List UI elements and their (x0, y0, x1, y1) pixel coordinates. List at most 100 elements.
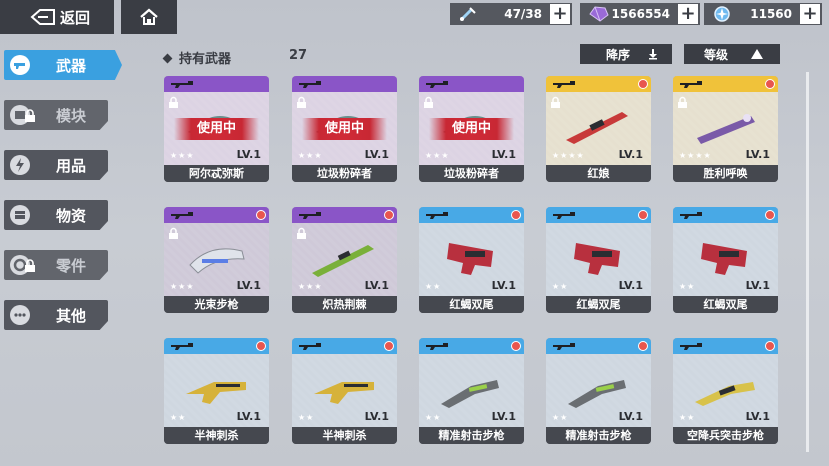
weapon-level: LV.1 (618, 148, 643, 161)
sort-key-button[interactable]: 等级 (684, 44, 780, 64)
weapon-card[interactable]: 使用中 ★★★ LV.1 阿尔忒弥斯 (164, 76, 269, 182)
weapon-image (186, 382, 246, 404)
sort-down-icon (649, 49, 657, 60)
more-icon (10, 305, 30, 325)
weapon-level: LV.1 (745, 279, 770, 292)
weapon-level: LV.1 (745, 148, 770, 161)
sidebar-item-supplies[interactable]: 用品 (4, 150, 108, 180)
weapon-card[interactable]: ★★ LV.1 红蝎双尾 (673, 207, 778, 313)
weapon-card[interactable]: ★★★★ LV.1 红娘 (546, 76, 651, 182)
syringe-icon (458, 5, 478, 23)
weapon-type-icon (171, 343, 193, 350)
scrollbar[interactable] (806, 72, 809, 452)
weapon-level: LV.1 (364, 410, 389, 423)
resource-coin: 11560 + (704, 3, 822, 25)
sidebar-item-parts[interactable]: 零件 (4, 250, 108, 280)
weapon-name: 炽热荆棘 (292, 296, 397, 313)
star-rating: ★★★ (425, 151, 450, 160)
lock-icon (424, 96, 433, 108)
new-badge-icon (384, 210, 394, 220)
sidebar-item-label: 零件 (56, 256, 87, 275)
star-rating: ★★ (425, 282, 442, 291)
weapon-level: LV.1 (364, 279, 389, 292)
add-coin-button[interactable]: + (800, 4, 820, 24)
resource-stamina: 47/38 + (450, 3, 572, 25)
weapon-name: 阿尔忒弥斯 (164, 165, 269, 182)
star-rating: ★★ (679, 282, 696, 291)
weapon-level: LV.1 (236, 148, 261, 161)
add-crystal-button[interactable]: + (678, 4, 698, 24)
sort-order-button[interactable]: 降序 (580, 44, 672, 64)
purple-crystal-icon (588, 5, 609, 23)
weapon-card[interactable]: 使用中 ★★★ LV.1 垃圾粉碎者 (419, 76, 524, 182)
weapon-level: LV.1 (236, 279, 261, 292)
new-badge-icon (765, 341, 775, 351)
lightning-icon (10, 155, 30, 175)
sidebar-item-label: 物资 (56, 206, 87, 225)
weapon-card[interactable]: ★★★ LV.1 炽热荆棘 (292, 207, 397, 313)
weapon-image (697, 114, 755, 144)
weapon-name: 精准射击步枪 (546, 427, 651, 444)
weapon-card[interactable]: 使用中 ★★★ LV.1 垃圾粉碎者 (292, 76, 397, 182)
weapon-image (314, 382, 374, 404)
sidebar-item-weapons[interactable]: 武器 (4, 50, 122, 80)
weapon-type-icon (553, 81, 575, 88)
lock-icon (169, 227, 178, 239)
weapon-name: 红蝎双尾 (546, 296, 651, 313)
in-use-badge: 使用中 (174, 118, 259, 140)
weapon-image (312, 245, 374, 277)
new-badge-icon (384, 341, 394, 351)
sidebar-item-modules[interactable]: 模块 (4, 100, 108, 130)
weapon-type-icon (426, 81, 448, 88)
supply-icon (10, 205, 30, 225)
sidebar-item-label: 用品 (56, 156, 87, 175)
lock-icon (169, 96, 178, 108)
weapon-type-icon (426, 212, 448, 219)
lock-icon (24, 108, 36, 122)
weapon-type-icon (299, 343, 321, 350)
weapon-card[interactable]: ★★★★ LV.1 胜利呼唤 (673, 76, 778, 182)
weapon-card[interactable]: ★★ LV.1 精准射击步枪 (419, 338, 524, 444)
sidebar-item-materials[interactable]: 物资 (4, 200, 108, 230)
weapon-card[interactable]: ★★ LV.1 半神刺杀 (164, 338, 269, 444)
new-badge-icon (638, 210, 648, 220)
weapon-image (695, 382, 755, 406)
lock-icon (678, 96, 687, 108)
weapon-level: LV.1 (236, 410, 261, 423)
weapon-image (447, 243, 493, 275)
back-arrow-icon (30, 9, 56, 25)
weapon-card[interactable]: ★★ LV.1 空降兵突击步枪 (673, 338, 778, 444)
weapon-type-icon (299, 81, 321, 88)
star-rating: ★★★ (170, 282, 195, 291)
home-button[interactable] (121, 0, 177, 34)
weapon-card[interactable]: ★★ LV.1 半神刺杀 (292, 338, 397, 444)
top-bar: 返回 47/38 + 1566554 + 11560 + (0, 0, 829, 34)
weapon-card[interactable]: ★★ LV.1 红蝎双尾 (419, 207, 524, 313)
sidebar-item-label: 模块 (56, 106, 87, 125)
weapon-card[interactable]: ★★ LV.1 红蝎双尾 (546, 207, 651, 313)
weapon-name: 精准射击步枪 (419, 427, 524, 444)
sidebar-item-other[interactable]: 其他 (4, 300, 108, 330)
weapon-level: LV.1 (491, 148, 516, 161)
weapon-card[interactable]: ★★ LV.1 精准射击步枪 (546, 338, 651, 444)
back-button[interactable]: 返回 (0, 0, 114, 34)
weapon-type-icon (171, 212, 193, 219)
weapon-image (441, 380, 499, 408)
weapon-card[interactable]: ★★★ LV.1 光束步枪 (164, 207, 269, 313)
new-badge-icon (511, 341, 521, 351)
coin-value: 11560 (750, 7, 792, 21)
star-rating: ★★★ (298, 282, 323, 291)
star-rating: ★★★★ (679, 151, 712, 160)
new-badge-icon (765, 79, 775, 89)
sidebar-item-label: 武器 (56, 56, 87, 75)
sidebar-item-label: 其他 (56, 306, 87, 325)
in-use-badge: 使用中 (302, 118, 387, 140)
weapon-name: 红娘 (546, 165, 651, 182)
new-badge-icon (638, 79, 648, 89)
stamina-value: 47/38 (504, 7, 542, 21)
new-badge-icon (256, 341, 266, 351)
new-badge-icon (511, 210, 521, 220)
star-rating: ★★★★ (552, 151, 585, 160)
add-stamina-button[interactable]: + (550, 4, 570, 24)
lock-icon (551, 96, 560, 108)
